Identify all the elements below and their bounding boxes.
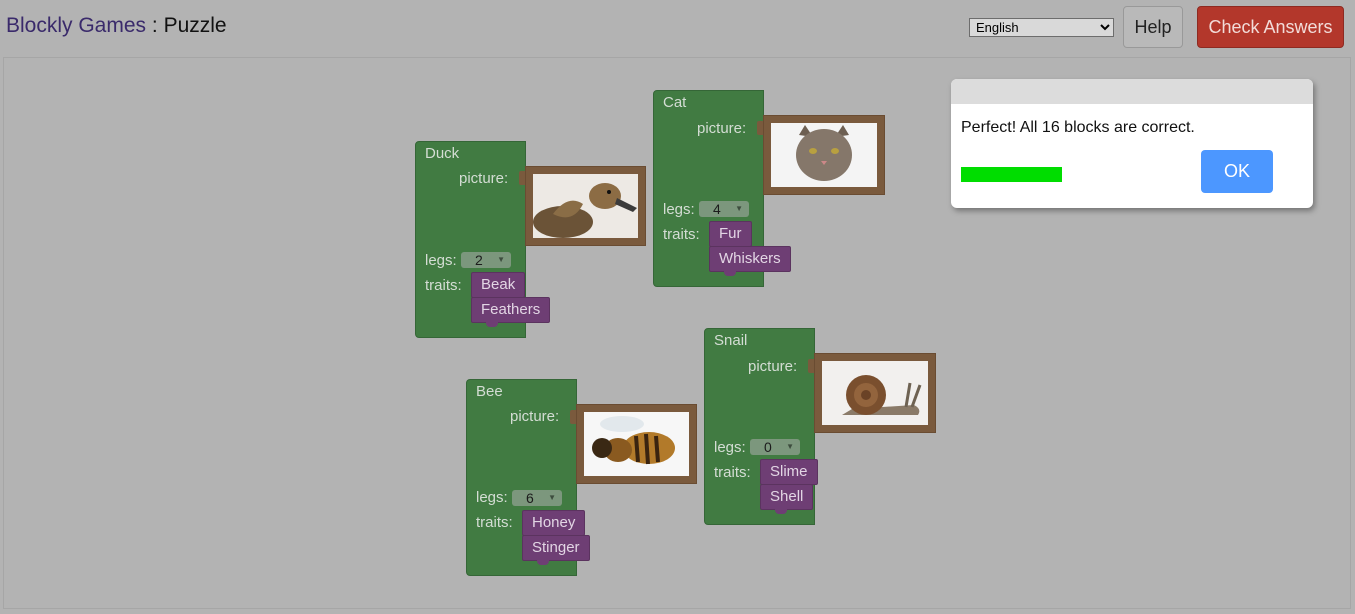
trait-block[interactable]: Stinger bbox=[522, 535, 590, 565]
dropdown-arrow-icon: ▼ bbox=[786, 442, 794, 451]
result-dialog: Perfect! All 16 blocks are correct. OK bbox=[951, 79, 1313, 208]
cat-picture[interactable] bbox=[763, 115, 885, 195]
legs-dropdown[interactable]: 0 ▼ bbox=[750, 439, 800, 455]
dropdown-arrow-icon: ▼ bbox=[497, 255, 505, 264]
animal-name: Cat bbox=[663, 94, 687, 111]
legs-dropdown[interactable]: 4 ▼ bbox=[699, 201, 749, 217]
dropdown-arrow-icon: ▼ bbox=[735, 204, 743, 213]
picture-label: picture: bbox=[748, 358, 798, 375]
language-select[interactable]: English bbox=[969, 18, 1114, 37]
trait-block[interactable]: Honey bbox=[522, 510, 586, 540]
bee-picture[interactable] bbox=[576, 404, 697, 484]
page-title: Blockly Games : Puzzle bbox=[6, 14, 227, 38]
traits-label: traits: bbox=[714, 464, 751, 481]
blockly-games-link[interactable]: Blockly Games bbox=[6, 14, 146, 37]
legs-label: legs: bbox=[663, 201, 695, 218]
legs-value: 6 bbox=[526, 490, 534, 506]
trait-block[interactable]: Fur bbox=[709, 221, 752, 251]
dialog-title-bar[interactable] bbox=[951, 79, 1313, 104]
check-answers-button[interactable]: Check Answers bbox=[1197, 6, 1344, 48]
cat-image bbox=[771, 123, 877, 187]
duck-image bbox=[533, 174, 638, 238]
result-message: Perfect! All 16 blocks are correct. bbox=[961, 119, 1195, 136]
picture-label: picture: bbox=[510, 408, 560, 425]
legs-value: 2 bbox=[475, 252, 483, 268]
traits-label: traits: bbox=[663, 226, 700, 243]
traits-label: traits: bbox=[425, 277, 462, 294]
trait-block[interactable]: Whiskers bbox=[709, 246, 791, 276]
snail-image bbox=[822, 361, 928, 425]
duck-picture[interactable] bbox=[525, 166, 646, 246]
help-button[interactable]: Help bbox=[1123, 6, 1183, 48]
trait-block[interactable]: Feathers bbox=[471, 297, 551, 327]
puzzle-title: Puzzle bbox=[163, 14, 227, 37]
trait-block[interactable]: Beak bbox=[471, 272, 526, 302]
animal-name: Snail bbox=[714, 332, 748, 349]
trait-block[interactable]: Slime bbox=[760, 459, 818, 489]
legs-value: 0 bbox=[764, 439, 772, 455]
snail-picture[interactable] bbox=[814, 353, 936, 433]
trait-block[interactable]: Shell bbox=[760, 484, 814, 514]
picture-label: picture: bbox=[697, 120, 747, 137]
legs-label: legs: bbox=[476, 489, 508, 506]
progress-bar bbox=[961, 167, 1062, 182]
bee-image bbox=[584, 412, 689, 476]
legs-label: legs: bbox=[714, 439, 746, 456]
dropdown-arrow-icon: ▼ bbox=[548, 493, 556, 502]
ok-button[interactable]: OK bbox=[1201, 150, 1273, 193]
picture-label: picture: bbox=[459, 170, 509, 187]
animal-name: Bee bbox=[476, 383, 503, 400]
legs-dropdown[interactable]: 2 ▼ bbox=[461, 252, 511, 268]
traits-label: traits: bbox=[476, 514, 513, 531]
title-separator: : bbox=[146, 14, 164, 37]
legs-value: 4 bbox=[713, 201, 721, 217]
legs-label: legs: bbox=[425, 252, 457, 269]
header: Blockly Games : Puzzle English Help Chec… bbox=[0, 0, 1355, 56]
legs-dropdown[interactable]: 6 ▼ bbox=[512, 490, 562, 506]
animal-name: Duck bbox=[425, 145, 460, 162]
